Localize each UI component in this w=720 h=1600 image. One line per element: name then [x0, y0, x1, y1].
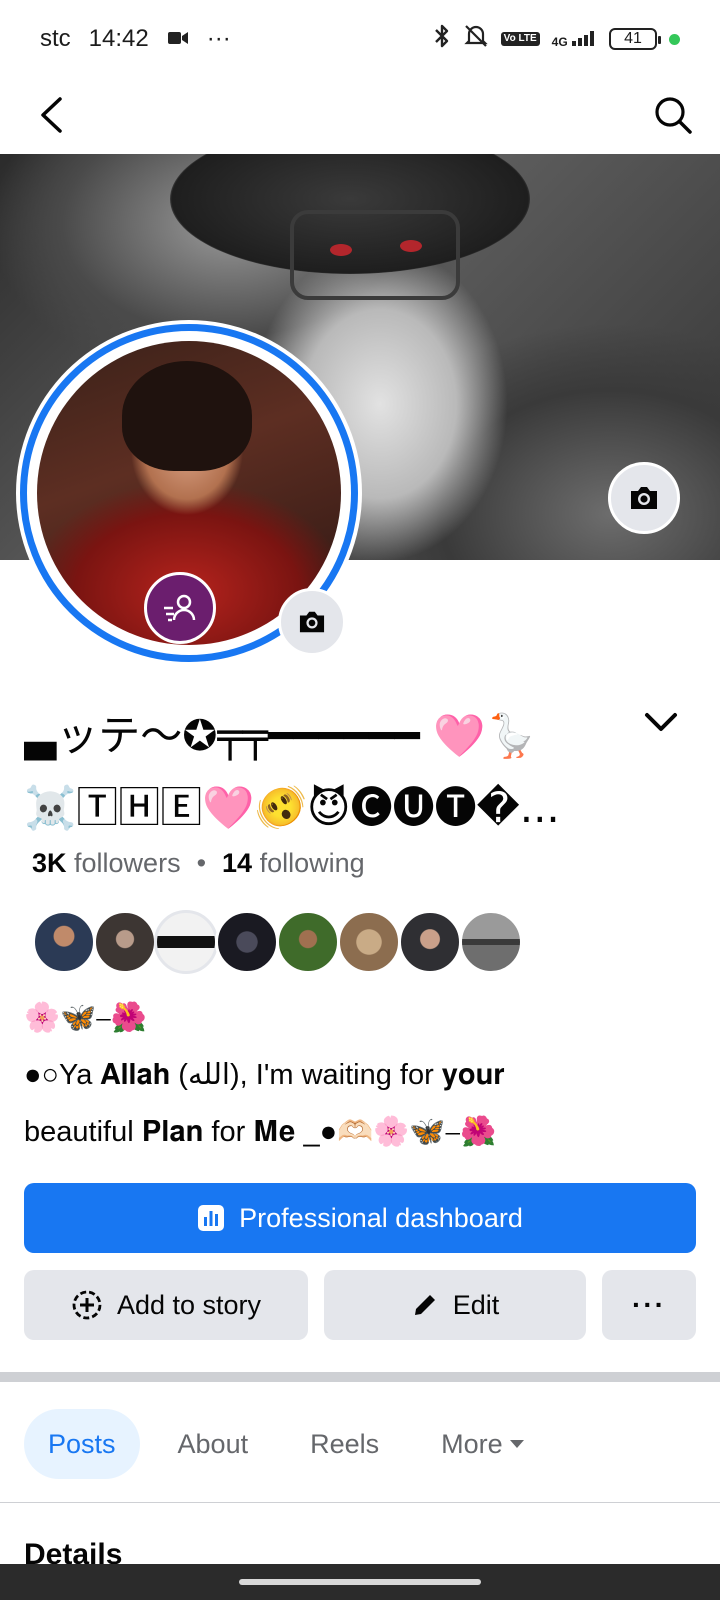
chevron-left-icon [41, 97, 62, 133]
expand-name-button[interactable] [638, 702, 684, 742]
camera-icon [299, 611, 325, 633]
volte-icon: Vo LTE [500, 32, 540, 46]
professional-dashboard-label: Professional dashboard [239, 1202, 523, 1233]
follower-avatar[interactable] [32, 910, 96, 974]
follower-avatar[interactable] [154, 910, 218, 974]
edit-label: Edit [452, 1289, 500, 1320]
video-camera-icon [167, 25, 189, 53]
home-indicator[interactable] [239, 1579, 481, 1585]
search-icon [655, 97, 692, 134]
back-button[interactable] [26, 90, 76, 140]
followers-link[interactable]: 3K followers [32, 848, 181, 879]
more-options-button[interactable]: ··· [602, 1270, 696, 1340]
bio-line-3: beautiful 𝐏𝐥𝐚𝐧 for 𝐌𝐞 _●🫶🏻🌸🦋⎯🌺 [24, 1116, 497, 1148]
rocket-person-icon [164, 594, 196, 622]
carrier-name: stc [40, 25, 71, 52]
follower-avatar[interactable] [215, 910, 279, 974]
bluetooth-icon [433, 23, 451, 56]
tab-reels[interactable]: Reels [286, 1409, 403, 1479]
professional-dashboard-button[interactable]: Professional dashboard [24, 1183, 696, 1253]
follower-avatar[interactable] [459, 910, 523, 974]
profile-name: ▃ッテ〜✪╤╤━━━━━━ 🩷🪿 ☠️🅃🄷🄴🩷🫨😈🅒🅤🅣�... [24, 700, 644, 844]
edit-cover-photo-button[interactable] [608, 462, 680, 534]
add-circle-icon [72, 1290, 102, 1320]
search-button[interactable] [648, 90, 698, 140]
follower-avatar[interactable] [337, 910, 401, 974]
bio-line-2: ●○Ya 𝐀𝐥𝐥𝐚𝐡 (الله), I'm waiting for 𝐲𝐨𝐮𝐫 [24, 1059, 505, 1091]
system-navigation-bar [0, 1564, 720, 1600]
status-bar: stc 14:42 ··· Vo LTE 4G 41 [0, 0, 720, 78]
bio-line-1: 🌸🦋⎯🌺 [24, 1002, 147, 1034]
follower-avatar[interactable] [398, 910, 462, 974]
caret-down-icon [509, 1440, 524, 1448]
profile-name-line-2: ☠️🅃🄷🄴🩷🫨😈🅒🅤🅣�... [24, 783, 560, 832]
bar-chart-icon [198, 1205, 225, 1231]
tab-posts[interactable]: Posts [24, 1409, 140, 1479]
clock: 14:42 [88, 25, 149, 52]
mobile-signal-icon: 4G [552, 30, 597, 48]
more-notifications-icon: ··· [206, 25, 231, 52]
section-divider [0, 1372, 720, 1382]
chevron-down-icon [645, 713, 677, 731]
add-to-story-button[interactable]: Add to story [24, 1270, 308, 1340]
follower-avatar[interactable] [276, 910, 340, 974]
follower-avatars[interactable] [32, 910, 523, 974]
cover-glasses-detail [290, 210, 460, 300]
tab-about[interactable]: About [154, 1409, 273, 1479]
profile-name-line-1: ▃ッテ〜✪╤╤━━━━━━ 🩷🪿 [24, 711, 538, 760]
battery-level: 41 [624, 30, 642, 47]
following-link[interactable]: 14 following [222, 848, 365, 879]
stats-separator: • [196, 848, 207, 878]
tab-more[interactable]: More [417, 1409, 549, 1479]
profile-bio: 🌸🦋⎯🌺 ●○Ya 𝐀𝐥𝐥𝐚𝐡 (الله), I'm waiting for … [24, 990, 704, 1161]
battery-icon: 41 [609, 28, 661, 50]
muted-bell-icon [463, 23, 489, 56]
tabs-divider [0, 1502, 720, 1503]
follower-avatar[interactable] [93, 910, 157, 974]
more-options-icon: ··· [632, 1289, 666, 1320]
privacy-indicator-dot [669, 33, 680, 45]
follow-stats: 3K followers • 14 following [32, 848, 365, 879]
top-navigation [0, 78, 720, 154]
edit-profile-button[interactable]: Edit [324, 1270, 586, 1340]
edit-profile-picture-button[interactable] [278, 588, 346, 656]
add-to-story-label: Add to story [116, 1289, 262, 1320]
pencil-icon [414, 1295, 435, 1315]
profile-tabs: Posts About Reels More [24, 1408, 549, 1480]
profile-frame-badge [144, 572, 216, 644]
profile-action-buttons: Add to story Edit ··· [24, 1270, 696, 1340]
camera-icon [631, 487, 657, 509]
